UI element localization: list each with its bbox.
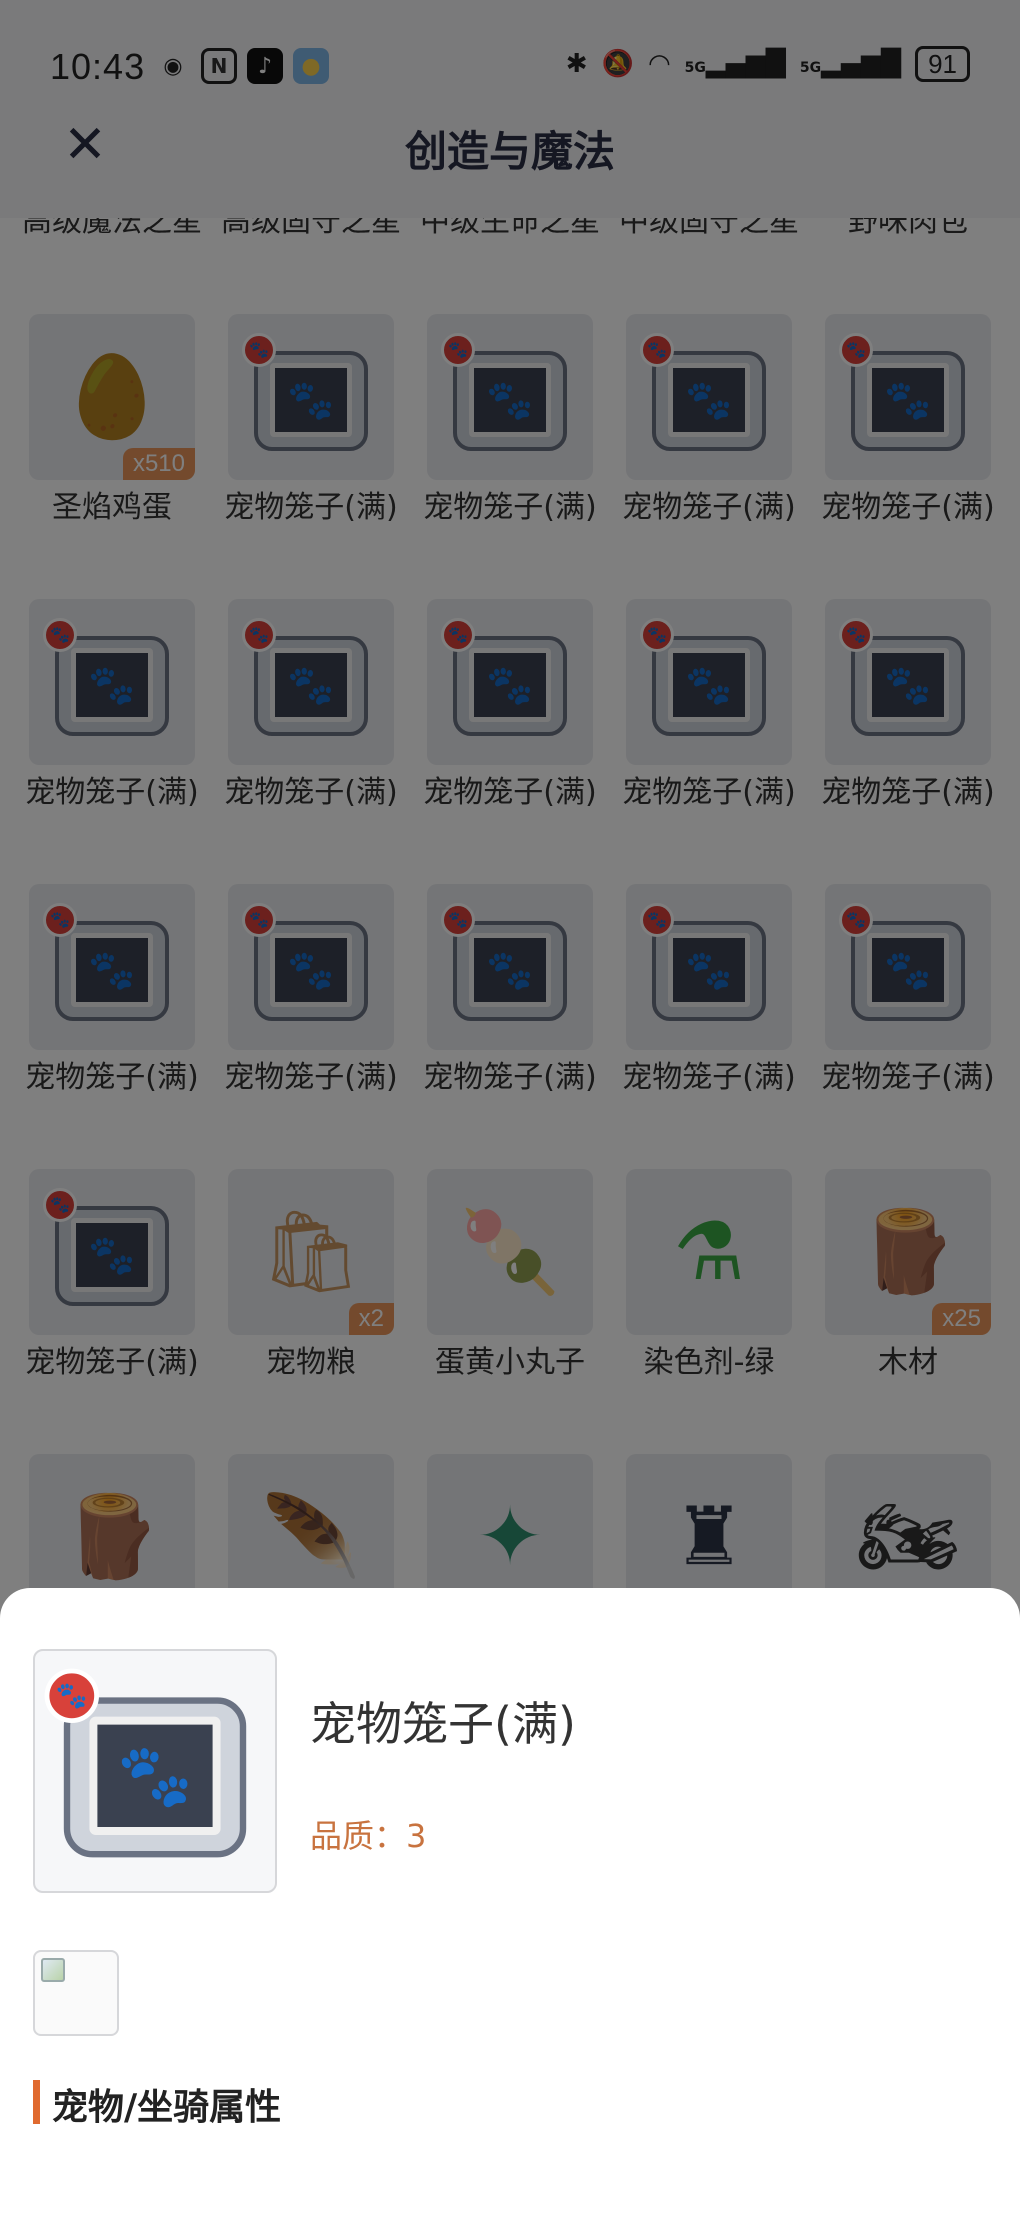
section-accent-bar bbox=[33, 2080, 40, 2124]
pet-cage-icon: 🐾🐾 bbox=[44, 1668, 259, 1867]
item-detail-image: 🐾 🐾 bbox=[33, 1649, 277, 1893]
item-detail-quality: 品质：3 bbox=[310, 1817, 427, 1855]
section-title: 宠物/坐骑属性 bbox=[52, 2087, 282, 2128]
broken-image-icon bbox=[33, 1950, 119, 2036]
item-detail-name: 宠物笼子(满) bbox=[310, 1697, 576, 1751]
item-detail-sheet: 🐾 🐾 宠物笼子(满) 品质：3 宠物/坐骑属性 bbox=[0, 1588, 1020, 2231]
